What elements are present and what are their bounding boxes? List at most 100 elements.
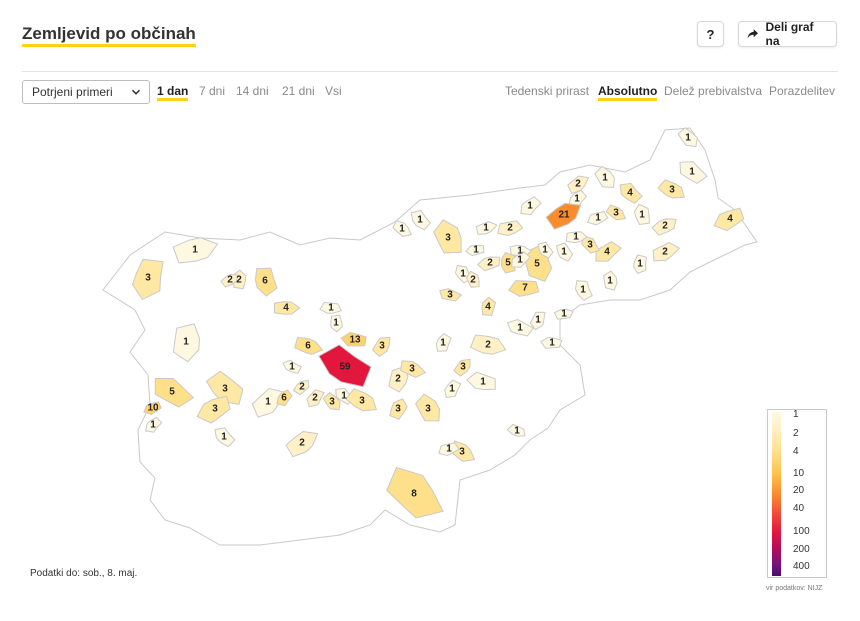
municipality-value-label: 5 <box>169 387 175 398</box>
municipality-value-label: 3 <box>459 447 465 458</box>
municipality-value-label: 2 <box>485 340 491 351</box>
municipality-value-label: 3 <box>409 364 415 375</box>
municipality-value-label: 1 <box>561 309 567 320</box>
legend-tick: 100 <box>793 526 810 537</box>
municipality-value-label: 1 <box>689 167 695 178</box>
municipality-value-label: 1 <box>333 318 339 329</box>
legend-tick: 4 <box>793 446 799 457</box>
municipality-value-label: 2 <box>662 247 668 258</box>
municipality-value-label: 6 <box>262 276 268 287</box>
municipality-value-label: 1 <box>449 384 455 395</box>
tab-14-dni[interactable]: 14 dni <box>236 84 269 98</box>
municipality-value-label: 1 <box>527 201 533 212</box>
metric-dropdown[interactable]: Potrjeni primeri <box>22 80 150 104</box>
data-source-note: vir podatkov: NIJZ <box>766 585 823 592</box>
municipality-value-label: 2 <box>227 275 233 286</box>
municipality-value-label: 3 <box>445 233 451 244</box>
municipality-value-label: 1 <box>473 245 479 256</box>
metric-dropdown-value: Potrjeni primeri <box>32 85 113 99</box>
tab-7-dni[interactable]: 7 dni <box>199 84 225 98</box>
municipality-value-label: 1 <box>446 444 452 455</box>
municipality-value-label: 1 <box>517 255 523 266</box>
municipality-value-label: 1 <box>607 276 613 287</box>
municipality-value-label: 5 <box>534 259 540 270</box>
municipality-value-label: 1 <box>580 285 586 296</box>
legend-tick: 10 <box>793 468 805 479</box>
data-date-note: Podatki do: sob., 8. maj. <box>30 568 138 579</box>
municipality-value-label: 3 <box>447 290 453 301</box>
municipality-value-label: 3 <box>359 396 365 407</box>
municipality-value-label: 8 <box>411 489 417 500</box>
page-title: Zemljevid po občinah <box>22 24 196 47</box>
tab-delez-prebivalstva[interactable]: Delež prebivalstva <box>664 84 762 98</box>
municipality-value-label: 4 <box>627 188 633 199</box>
municipality-value-label: 10 <box>147 403 159 414</box>
municipality-value-label: 6 <box>281 393 287 404</box>
municipality-value-label: 1 <box>221 432 227 443</box>
header-divider <box>22 71 838 72</box>
municipality-map[interactable]: 1 1 3 4 2 1 1 4 3 1 21 1 3 1 1 2 2 4 1 1 3 1 2 2 5 5 1 4 1 1 1 1 1 1 7 1 3 2 6… <box>100 120 765 560</box>
municipality-value-label: 1 <box>542 245 548 256</box>
municipality-value-label: 2 <box>312 393 318 404</box>
municipality-value-label: 4 <box>283 303 289 314</box>
municipality-value-label: 1 <box>483 223 489 234</box>
municipality-value-label: 2 <box>662 221 668 232</box>
municipality-value-label: 1 <box>561 247 567 258</box>
tab-21-dni[interactable]: 21 dni <box>282 84 315 98</box>
municipality-value-label: 3 <box>425 404 431 415</box>
municipality-value-label: 1 <box>637 259 643 270</box>
municipality-value-label: 2 <box>487 258 493 269</box>
municipality-value-label: 1 <box>517 323 523 334</box>
municipality-value-label: 3 <box>587 240 593 251</box>
country-outline <box>102 127 758 546</box>
legend-color-scale <box>772 412 781 576</box>
tab-tedenski-prirast[interactable]: Tedenski prirast <box>505 84 589 98</box>
municipality-value-label: 2 <box>299 438 305 449</box>
help-button[interactable]: ? <box>697 21 724 47</box>
municipality-value-label: 6 <box>305 341 311 352</box>
municipality-value-label: 2 <box>299 382 305 393</box>
slovenia-map-svg: 1134211431211311 2 241131225 514111111713 2 6… <box>102 127 758 546</box>
municipality-value-label: 1 <box>514 426 520 437</box>
municipality-value-label: 5 <box>505 258 511 269</box>
municipality-value-label: 1 <box>549 338 555 349</box>
share-arrow-icon <box>747 29 759 39</box>
municipality-value-label: 3 <box>212 404 218 415</box>
tab-1-dan[interactable]: 1 dan <box>157 84 189 101</box>
municipality-value-label: 1 <box>341 391 347 402</box>
municipality-value-label: 1 <box>480 377 486 388</box>
municipality-value-label: 1 <box>328 303 334 314</box>
legend-tick: 1 <box>793 409 799 420</box>
municipality-value-label: 1 <box>602 173 608 184</box>
color-legend: 1 2 4 10 20 40 100 200 400 <box>767 409 827 578</box>
municipality-value-label: 59 <box>339 362 351 373</box>
municipality-value-label: 4 <box>604 247 610 258</box>
municipality-value-label: 1 <box>399 224 405 235</box>
municipality-value-label: 1 <box>265 397 271 408</box>
legend-tick: 400 <box>793 561 810 572</box>
municipality-value-label: 3 <box>329 397 335 408</box>
municipality-value-label: 2 <box>575 179 581 190</box>
municipality-value-label: 3 <box>395 404 401 415</box>
municipality-value-label: 7 <box>522 283 528 294</box>
tab-vsi[interactable]: Vsi <box>325 84 342 98</box>
municipality-value-label: 3 <box>460 362 466 373</box>
municipality-value-label: 3 <box>669 185 675 196</box>
municipality-value-label: 1 <box>574 194 580 205</box>
municipality-value-label: 3 <box>379 341 385 352</box>
municipality-value-label: 21 <box>558 210 570 221</box>
municipality-value-label: 1 <box>573 232 579 243</box>
share-button-label: Deli graf na <box>765 20 814 48</box>
tab-porazdelitev[interactable]: Porazdelitev <box>769 84 835 98</box>
municipality-value-label: 1 <box>417 215 423 226</box>
tab-absolutno[interactable]: Absolutno <box>598 84 658 101</box>
municipality-value-label: 1 <box>639 210 645 221</box>
municipality-value-label: 13 <box>349 335 361 346</box>
municipality-value-label: 2 <box>507 223 513 234</box>
share-button[interactable]: Deli graf na <box>738 20 837 48</box>
municipality-value-label: 4 <box>727 214 733 225</box>
municipality-value-label: 2 <box>470 275 476 286</box>
municipality-value-label: 1 <box>460 269 466 280</box>
municipality-value-label: 1 <box>685 133 691 144</box>
chevron-down-icon <box>131 89 141 95</box>
